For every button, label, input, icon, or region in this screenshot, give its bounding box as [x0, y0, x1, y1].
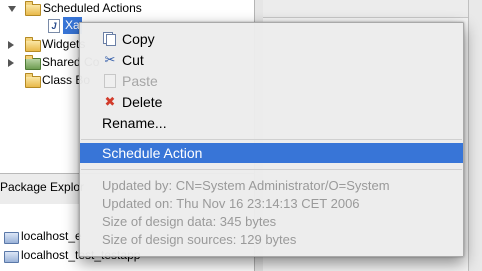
cut-icon: ✂ [104, 52, 116, 67]
context-menu: Copy ✂ Cut Paste ✖ Delete Rename... Sche… [79, 22, 464, 257]
expand-arrow-icon[interactable] [8, 6, 16, 12]
menu-separator [81, 169, 462, 170]
info-updated-on: Updated on: Thu Nov 16 23:14:13 CET 2006 [102, 196, 360, 211]
package-explorer-tab[interactable]: Package Explor [0, 180, 84, 194]
right-scrollbar[interactable] [468, 0, 482, 271]
copy-icon [103, 32, 116, 46]
menu-item-delete[interactable]: ✖ Delete [80, 92, 463, 112]
menu-item-paste[interactable]: Paste [80, 71, 463, 91]
menu-separator [81, 139, 462, 140]
menu-item-label: Copy [122, 31, 155, 47]
menu-item-label: Rename... [102, 115, 167, 131]
menu-item-cut[interactable]: ✂ Cut [80, 50, 463, 70]
menu-item-label: Schedule Action [102, 145, 203, 161]
folder-icon [25, 37, 41, 52]
folder-icon [25, 1, 41, 16]
collapse-arrow-icon[interactable] [8, 41, 14, 49]
menu-item-rename[interactable]: Rename... [80, 113, 463, 133]
menu-item-label: Paste [122, 73, 158, 89]
paste-icon [104, 74, 116, 88]
java-file-icon: J [48, 19, 60, 33]
project-icon [4, 251, 19, 263]
info-updated-by: Updated by: CN=System Administrator/O=Sy… [102, 178, 390, 193]
tree-item-label: Scheduled Actions [43, 1, 142, 15]
collapse-arrow-icon[interactable] [8, 59, 14, 67]
project-icon [4, 232, 19, 244]
folder-icon [25, 73, 41, 88]
editor-tab-bar [263, 0, 482, 18]
shared-folder-icon [25, 55, 41, 70]
menu-item-label: Delete [122, 94, 163, 110]
menu-item-schedule-action[interactable]: Schedule Action [80, 143, 463, 163]
delete-icon: ✖ [104, 94, 116, 109]
info-design-sources-size: Size of design sources: 129 bytes [102, 232, 297, 247]
info-design-data-size: Size of design data: 345 bytes [102, 214, 277, 229]
menu-item-copy[interactable]: Copy [80, 29, 463, 49]
menu-item-label: Cut [122, 52, 144, 68]
project-label: localhost_e [21, 229, 82, 243]
